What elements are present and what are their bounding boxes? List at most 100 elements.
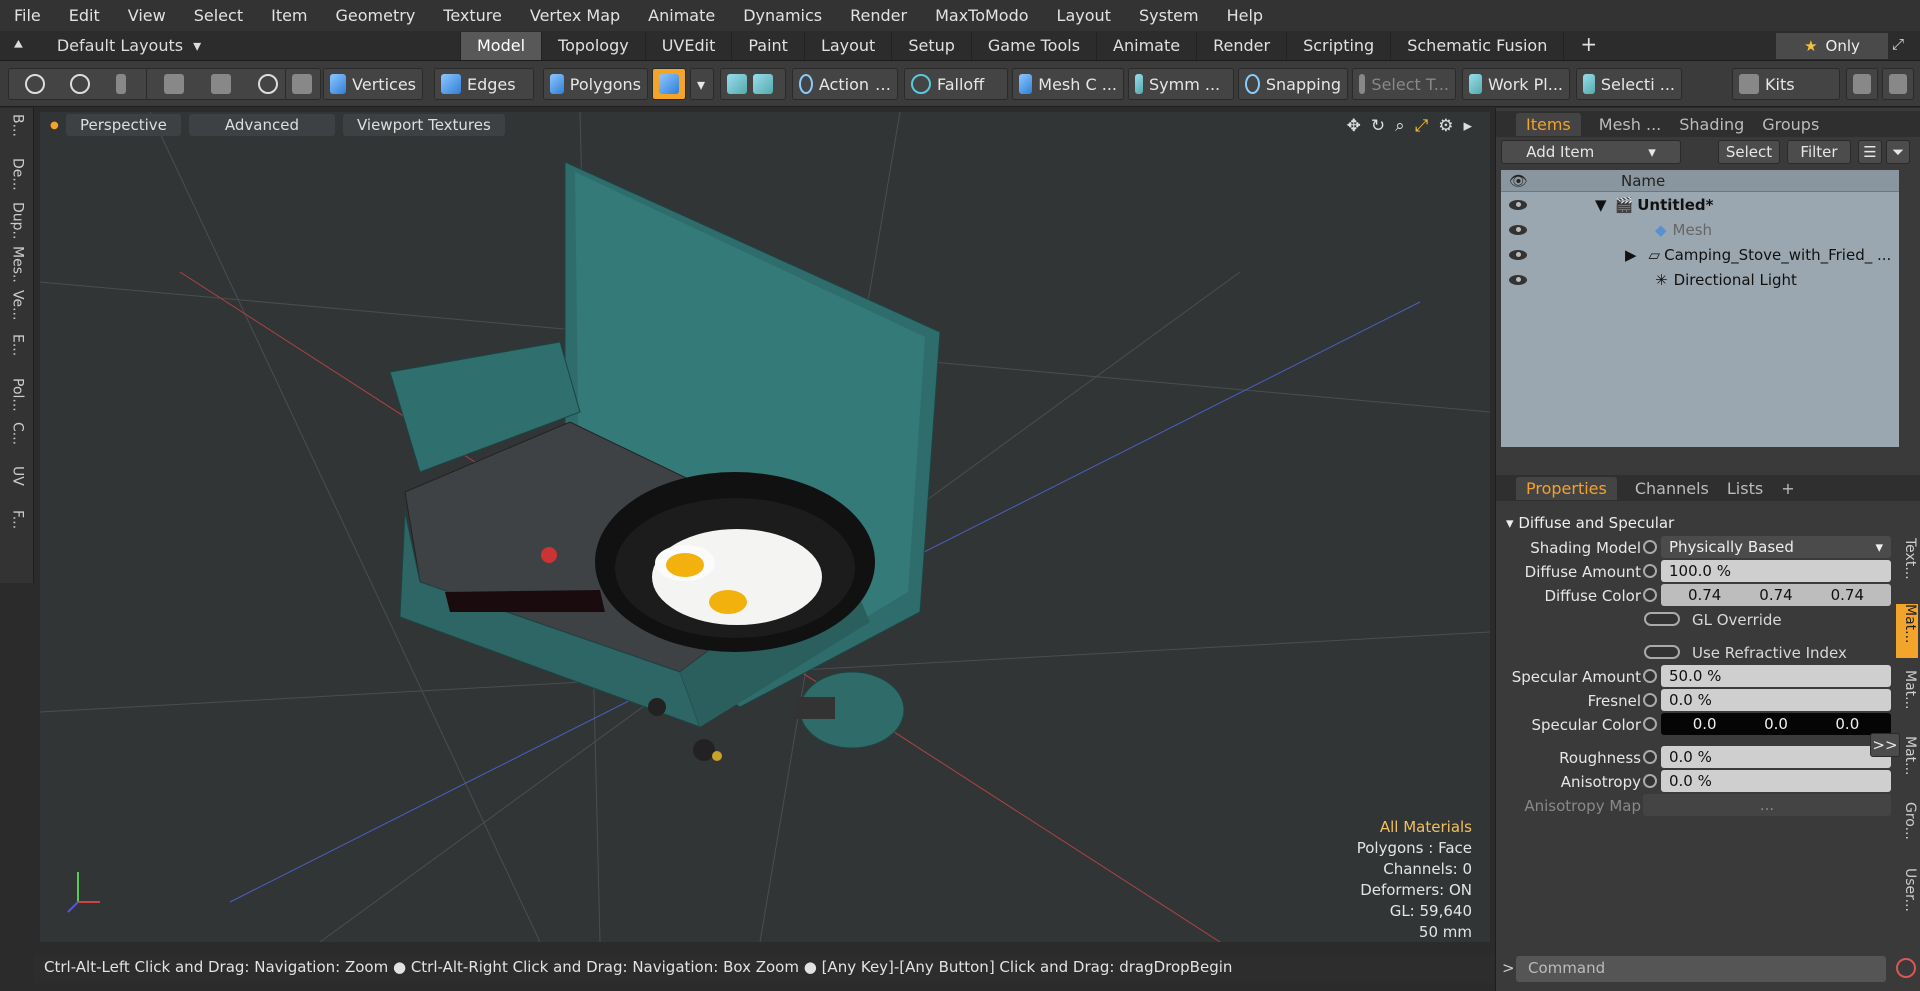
only-button[interactable]: ★ Only (1776, 33, 1888, 59)
menu-view[interactable]: View (128, 6, 166, 25)
refractive-row[interactable]: Use Refractive Index (1496, 641, 1920, 665)
symmetry-button[interactable]: Symm ... (1128, 68, 1234, 100)
pen-icon[interactable] (115, 74, 126, 94)
diffuse-color-field[interactable]: 0.74 0.74 0.74 (1661, 584, 1891, 606)
tab-properties[interactable]: Properties (1516, 476, 1617, 500)
mesh-constraints-button[interactable]: Mesh C ... (1012, 68, 1124, 100)
eye-icon[interactable] (1509, 249, 1527, 260)
roughness-field[interactable]: 0.0 % (1661, 746, 1891, 768)
perspective-button[interactable]: Perspective (66, 114, 181, 136)
shading-knob[interactable] (1643, 540, 1657, 554)
menu-help[interactable]: Help (1227, 6, 1263, 25)
snapping-button[interactable]: Snapping (1238, 68, 1348, 100)
menu-texture[interactable]: Texture (443, 6, 502, 25)
gl-override-row[interactable]: GL Override (1496, 608, 1920, 632)
command-expand-icon[interactable]: > (1502, 959, 1515, 977)
left-tab-vertex[interactable]: Ve... (8, 290, 26, 328)
left-tab-edge[interactable]: E... (8, 334, 26, 372)
eye-icon[interactable] (1509, 224, 1527, 235)
tab-channels[interactable]: Channels (1635, 479, 1709, 498)
zoom-icon[interactable]: ⌕ (1395, 116, 1405, 136)
tab-items[interactable]: Items (1516, 112, 1581, 136)
mode-dropdown[interactable]: ▾ (690, 68, 714, 100)
list-item[interactable]: ▼ 🎬 Untitled* (1501, 192, 1899, 217)
anisotropy-field[interactable]: 0.0 % (1661, 770, 1891, 792)
list-options-icon[interactable]: ☰ (1858, 140, 1882, 164)
tab-layout[interactable]: Layout (803, 32, 891, 60)
fresnel-knob[interactable] (1643, 693, 1657, 707)
anisotropy-knob[interactable] (1643, 774, 1657, 788)
left-tab-curve[interactable]: C... (8, 422, 26, 460)
layouts-selector[interactable]: ⯅ Default Layouts ▾ (12, 35, 201, 55)
left-tab-deform[interactable]: De... (8, 158, 26, 196)
tab-uvedit[interactable]: UVEdit (644, 32, 732, 60)
menu-geometry[interactable]: Geometry (336, 6, 416, 25)
work-plane-button[interactable]: Work Pl... (1462, 68, 1570, 100)
tab-game-tools[interactable]: Game Tools (970, 32, 1096, 60)
tab-schematic-fusion[interactable]: Schematic Fusion (1390, 32, 1563, 60)
menu-animate[interactable]: Animate (648, 6, 715, 25)
tab-mesh[interactable]: Mesh ... (1599, 115, 1661, 134)
specular-amount-knob[interactable] (1643, 669, 1657, 683)
tab-animate[interactable]: Animate (1096, 32, 1196, 60)
unity-kit-button[interactable] (1882, 68, 1914, 100)
side-tab-user[interactable]: User... (1896, 868, 1918, 922)
eye-icon[interactable] (1509, 274, 1527, 285)
left-tab-duplicate[interactable]: Dup... (8, 202, 26, 240)
left-tab-basic[interactable]: B... (8, 114, 26, 152)
left-tab-mesh-edit[interactable]: Mes... (8, 246, 26, 284)
shield-icon[interactable] (727, 74, 747, 94)
advanced-button[interactable]: Advanced (188, 114, 335, 136)
diffuse-amount-field[interactable]: 100.0 % (1661, 560, 1891, 582)
tab-paint[interactable]: Paint (731, 32, 804, 60)
tab-model[interactable]: Model (460, 32, 542, 60)
tab-topology[interactable]: Topology (541, 32, 645, 60)
3d-viewport[interactable]: ● Perspective Advanced Viewport Textures… (40, 112, 1490, 942)
menu-render[interactable]: Render (850, 6, 907, 25)
side-tab-material[interactable]: Mat... (1896, 604, 1918, 658)
side-tab-material-2[interactable]: Mat... (1896, 670, 1918, 724)
selection-sets-button[interactable]: Selecti ... (1576, 68, 1682, 100)
viewport-textures-button[interactable]: Viewport Textures (342, 114, 505, 136)
select-through-button[interactable]: Select T... (1352, 68, 1456, 100)
item-mode-button[interactable] (285, 68, 321, 100)
grid-icon[interactable] (163, 74, 184, 94)
maximize-icon[interactable]: ⤢ (1892, 35, 1904, 53)
vertices-button[interactable]: Vertices (323, 68, 423, 100)
sphere-icon[interactable] (258, 74, 279, 94)
funnel-icon[interactable]: ⏷ (1886, 140, 1910, 164)
tab-scripting[interactable]: Scripting (1286, 32, 1390, 60)
diffuse-amount-knob[interactable] (1643, 564, 1657, 578)
add-tab-icon[interactable]: + (1781, 479, 1794, 498)
kits-button[interactable]: Kits (1732, 68, 1840, 100)
side-tab-texture[interactable]: Text... (1896, 538, 1918, 592)
list-item[interactable]: ◆ Mesh (1501, 217, 1899, 242)
menu-system[interactable]: System (1139, 6, 1199, 25)
polygons-button[interactable]: Polygons (543, 68, 648, 100)
expand-icon[interactable]: ▼ (1595, 196, 1607, 214)
name-column-header[interactable]: Name (1621, 172, 1665, 190)
tab-shading[interactable]: Shading (1679, 115, 1744, 134)
menu-maxtomodo[interactable]: MaxToModo (935, 6, 1028, 25)
rotate-icon[interactable]: ↻ (1371, 116, 1385, 136)
filter-button[interactable]: Filter (1787, 140, 1851, 164)
shading-model-select[interactable]: Physically Based ▾ (1661, 536, 1891, 558)
falloff-button[interactable]: Falloff (904, 68, 1008, 100)
fit-icon[interactable]: ⤢ (1415, 116, 1429, 136)
add-tab-icon[interactable]: + (1563, 32, 1613, 60)
list-item[interactable]: ✳ Directional Light (1501, 267, 1899, 292)
refractive-toggle[interactable] (1644, 645, 1680, 659)
eye-icon[interactable] (1509, 199, 1527, 210)
tab-render[interactable]: Render (1196, 32, 1286, 60)
menu-file[interactable]: File (14, 6, 41, 25)
menu-item[interactable]: Item (271, 6, 307, 25)
side-tab-group[interactable]: Gro... (1896, 802, 1918, 856)
left-tab-uv[interactable]: UV (8, 466, 26, 504)
menu-edit[interactable]: Edit (69, 6, 100, 25)
tab-groups[interactable]: Groups (1762, 115, 1819, 134)
expand-icon[interactable]: ▶ (1625, 246, 1637, 264)
menu-dynamics[interactable]: Dynamics (743, 6, 822, 25)
diffuse-color-knob[interactable] (1643, 588, 1657, 602)
specular-color-knob[interactable] (1643, 717, 1657, 731)
shield-x-icon[interactable] (753, 74, 773, 94)
